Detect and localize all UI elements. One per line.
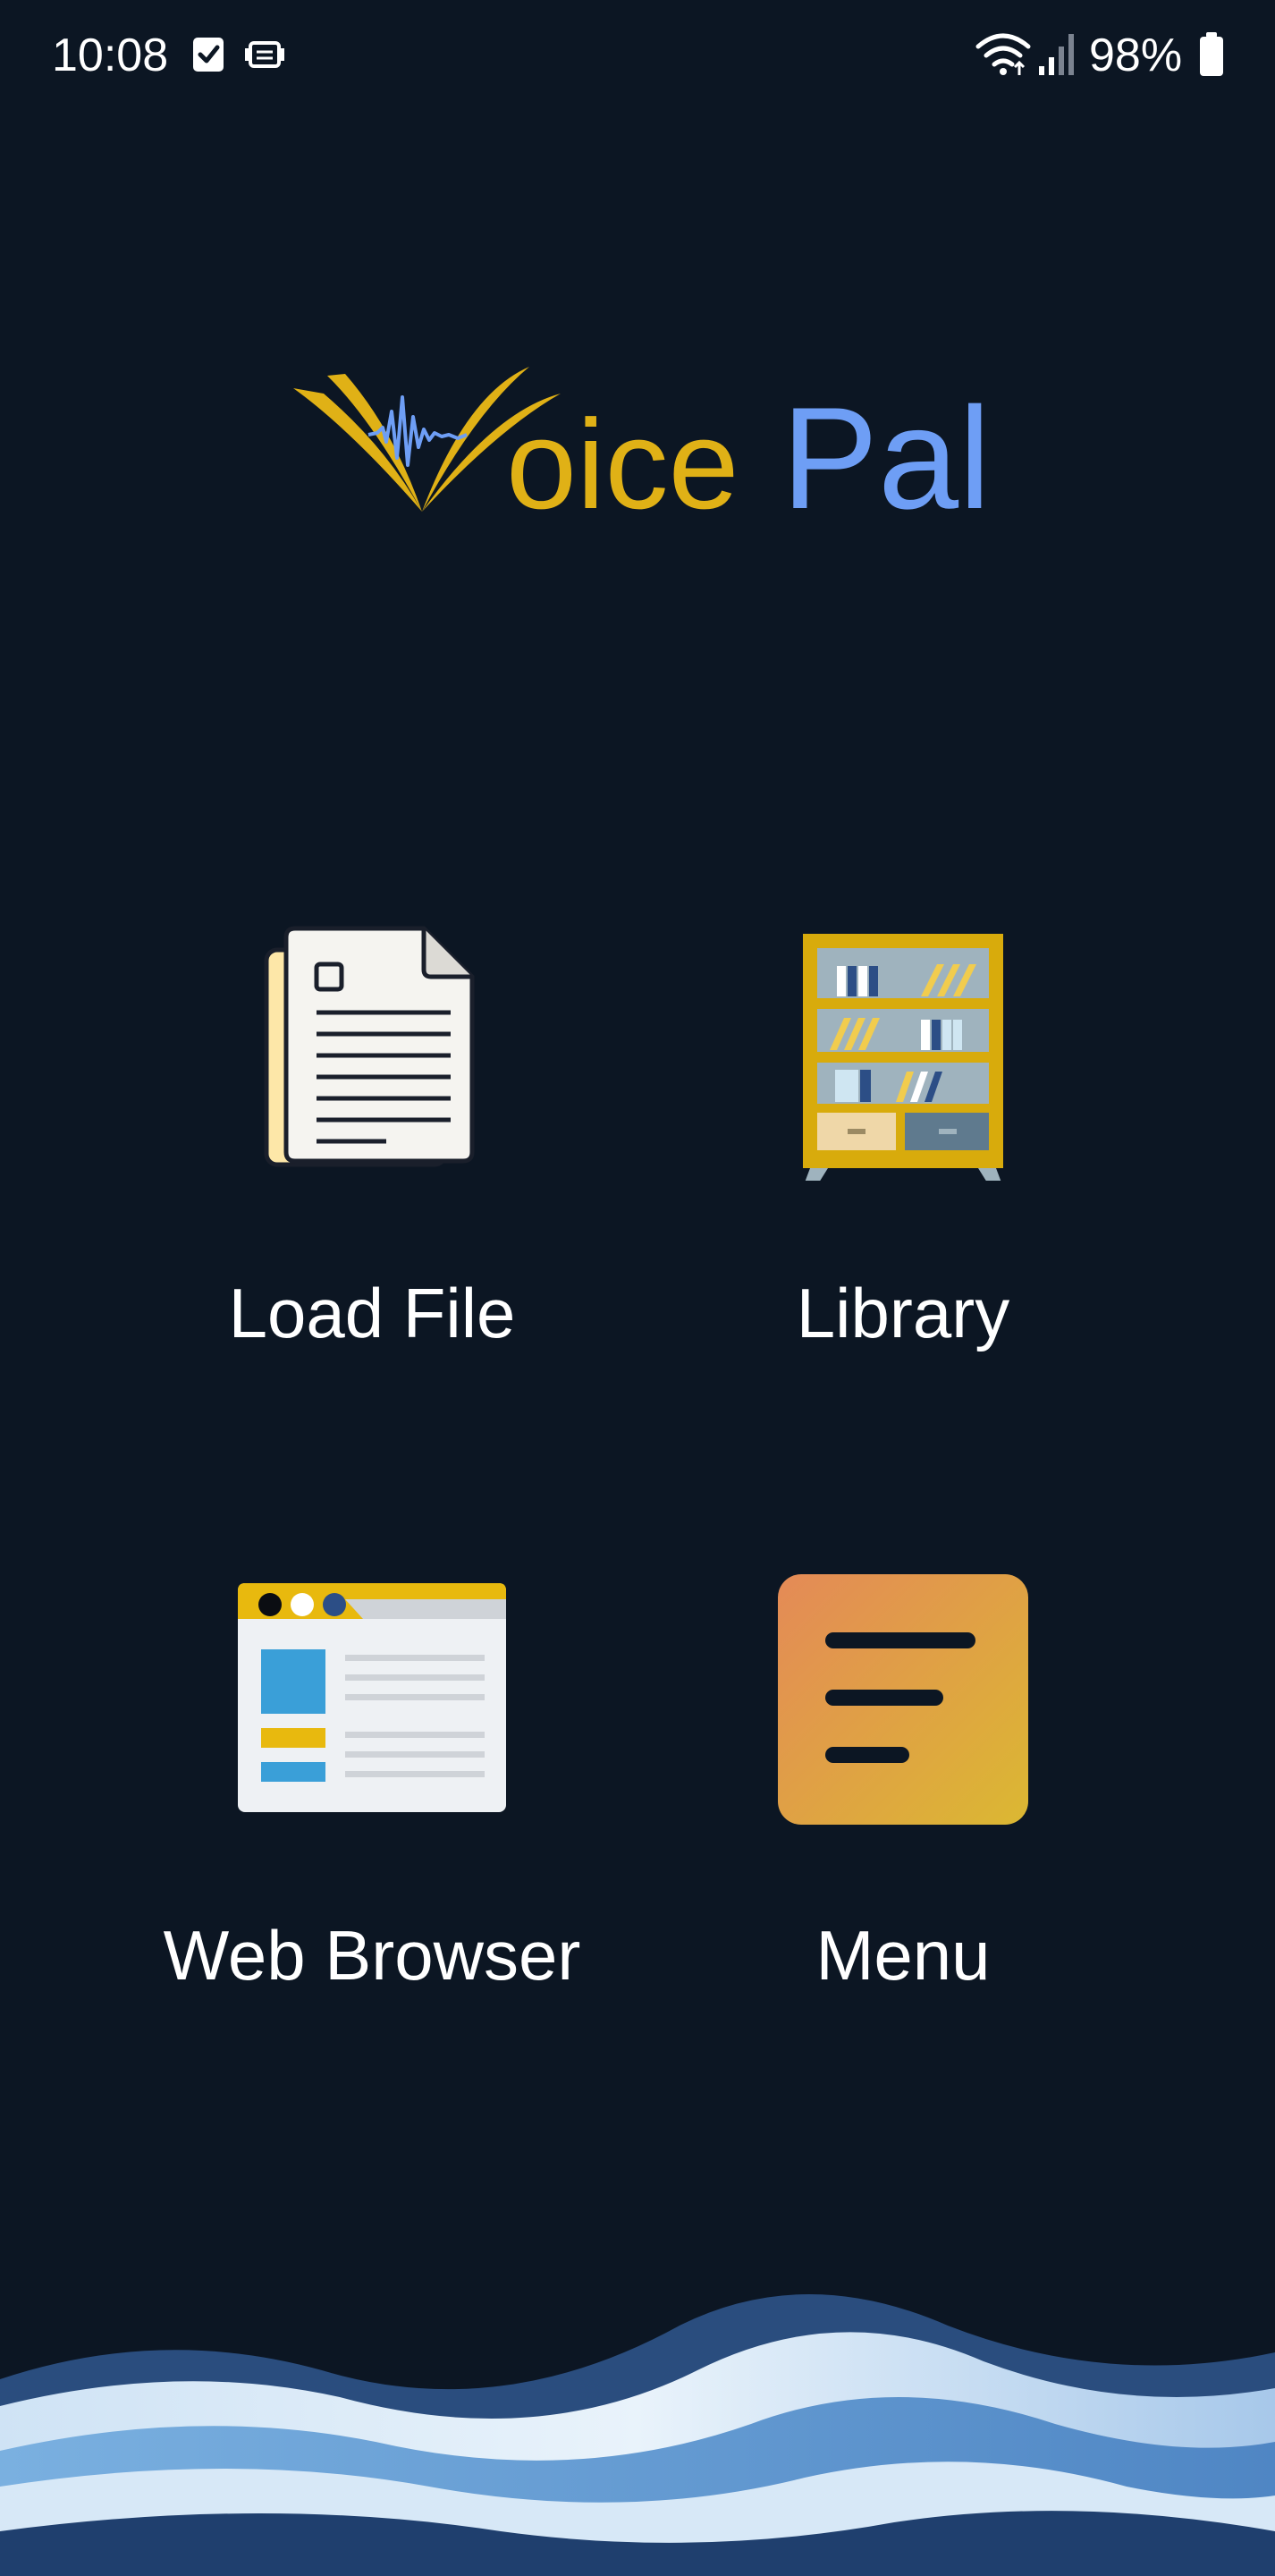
document-icon [122, 912, 622, 1181]
library-label: Library [796, 1274, 1010, 1352]
home-screen: 10:08 98% oice Pal Load File Library Web… [0, 0, 1275, 2576]
battery-percent: 98% [1089, 30, 1183, 81]
bookshelf-icon [653, 912, 1153, 1182]
logo-text-pal: Pal [781, 377, 991, 528]
web-browser-button[interactable]: Web Browser [122, 1556, 622, 2039]
checkbox-notification-icon [191, 34, 225, 78]
browser-window-icon [122, 1556, 622, 1825]
wifi-icon [975, 30, 1032, 81]
decorative-wave-image [0, 2272, 1275, 2576]
logo-text-oice: oice [506, 394, 739, 528]
app-logo: oice Pal [288, 358, 1003, 539]
battery-icon [1198, 32, 1225, 81]
screen-record-icon [245, 34, 284, 78]
menu-label: Menu [815, 1916, 991, 1995]
library-button[interactable]: Library [653, 912, 1153, 1395]
status-time: 10:08 [52, 30, 169, 81]
signal-icon [1037, 30, 1077, 81]
web-browser-label: Web Browser [163, 1916, 581, 1995]
menu-icon [653, 1556, 1153, 1825]
menu-button[interactable]: Menu [653, 1556, 1153, 2039]
load-file-label: Load File [228, 1274, 516, 1352]
load-file-button[interactable]: Load File [122, 912, 622, 1395]
status-bar: 10:08 98% [0, 0, 1275, 113]
